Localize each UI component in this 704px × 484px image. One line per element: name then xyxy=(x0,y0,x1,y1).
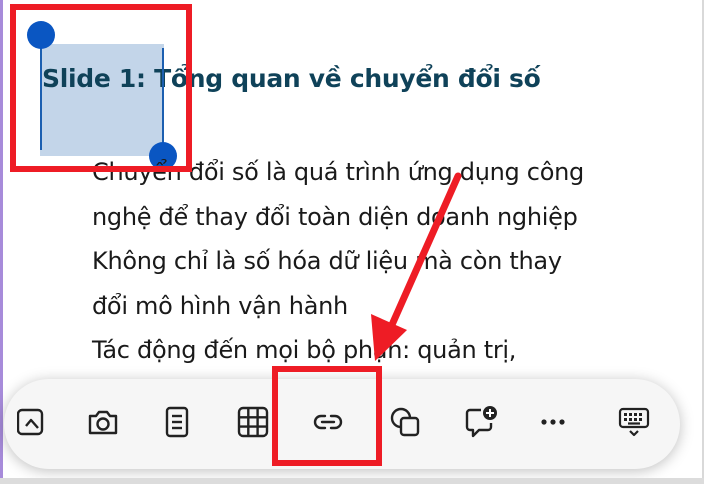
hide-keyboard-button[interactable] xyxy=(612,400,656,448)
bottom-edge xyxy=(0,478,704,484)
more-options-button[interactable] xyxy=(531,400,575,448)
more-icon xyxy=(536,405,570,444)
table-icon xyxy=(236,405,270,444)
body-line: nghệ để thay đổi toàn diện doanh nghiệp xyxy=(92,202,578,231)
camera-button[interactable] xyxy=(81,400,125,448)
document-button[interactable] xyxy=(155,400,199,448)
body-line: đổi mô hình vận hành xyxy=(92,291,348,320)
camera-icon xyxy=(86,405,120,444)
picture-icon xyxy=(16,405,51,444)
insert-shapes-button[interactable] xyxy=(383,400,427,448)
add-comment-button[interactable] xyxy=(459,400,503,448)
slide-body[interactable]: Chuyển đổi số là quá trình ứng dụng công… xyxy=(92,150,672,373)
annotation-highlight-box xyxy=(10,4,192,172)
page-left-edge xyxy=(0,0,3,484)
document-icon xyxy=(160,405,194,444)
add-comment-icon xyxy=(464,405,498,444)
insert-table-button[interactable] xyxy=(231,400,275,448)
body-line: Tác động đến mọi bộ phận: quản trị, xyxy=(92,336,517,364)
body-line: Không chỉ là số hóa dữ liệu mà còn thay xyxy=(92,247,562,275)
keyboard-icon xyxy=(617,405,651,444)
shapes-icon xyxy=(388,405,422,444)
annotation-highlight-box xyxy=(272,366,382,466)
insert-picture-button[interactable] xyxy=(12,400,56,448)
